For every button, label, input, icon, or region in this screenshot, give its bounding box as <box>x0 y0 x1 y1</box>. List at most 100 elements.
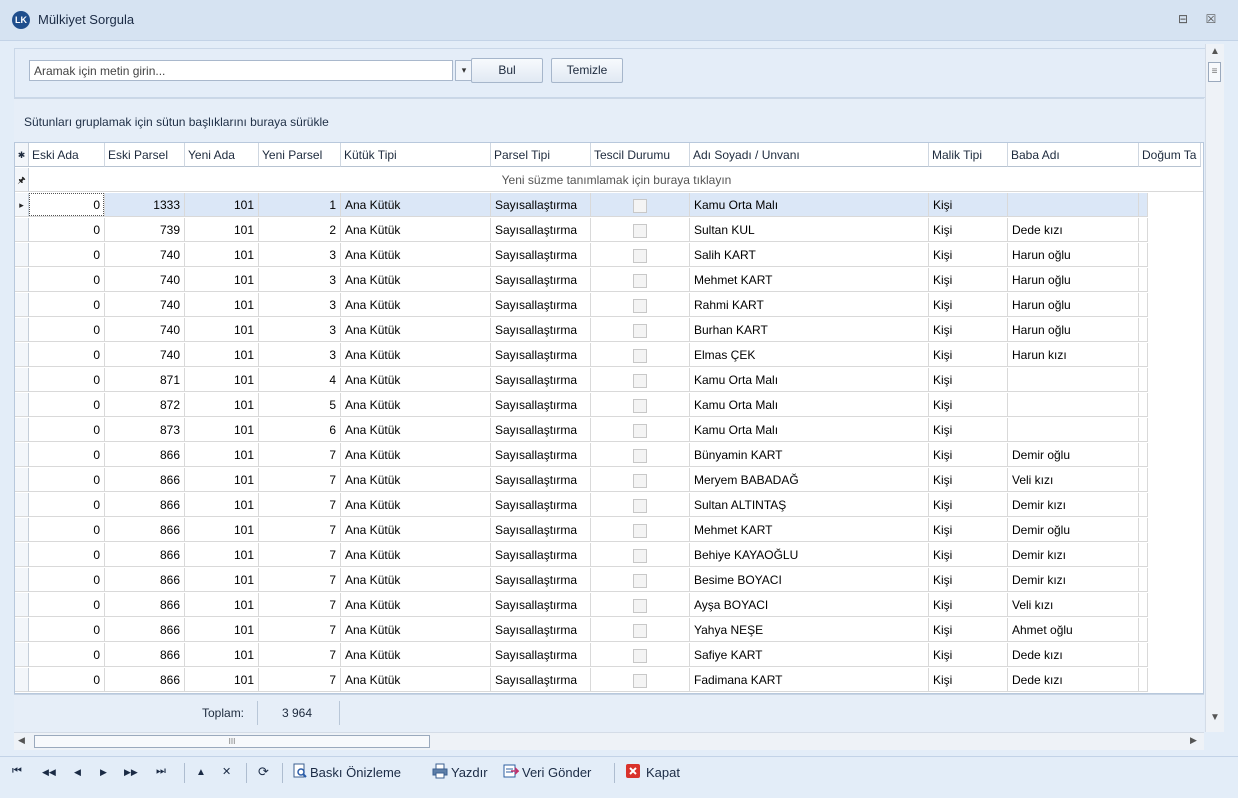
table-row[interactable]: 0 866 101 7 Ana Kütük Sayısallaştırma Mehmet K… <box>15 518 1203 543</box>
row-indicator[interactable] <box>15 443 29 467</box>
group-by-panel[interactable]: Sütunları gruplamak için sütun başlıklar… <box>14 98 1204 143</box>
column-header-eski-parsel[interactable]: Eski Parsel <box>105 143 185 167</box>
table-row[interactable]: 0 871 101 4 Ana Kütük Sayısallaştırma Kamu Ort… <box>15 368 1203 393</box>
column-header-yeni-ada[interactable]: Yeni Ada <box>185 143 259 167</box>
cell-tescil-durumu[interactable] <box>591 418 690 442</box>
tescil-checkbox[interactable] <box>633 423 647 438</box>
table-row[interactable]: 0 866 101 7 Ana Kütük Sayısallaştırma Fadimana… <box>15 668 1203 693</box>
row-indicator[interactable] <box>15 293 29 317</box>
table-row[interactable]: 0 740 101 3 Ana Kütük Sayısallaştırma Rahmi KA… <box>15 293 1203 318</box>
tescil-checkbox[interactable] <box>633 523 647 538</box>
cell-tescil-durumu[interactable] <box>591 518 690 542</box>
column-header-dogum-tarihi[interactable]: Doğum Ta <box>1139 143 1202 167</box>
close-label[interactable]: Kapat <box>646 765 680 780</box>
tescil-checkbox[interactable] <box>633 198 647 213</box>
row-indicator[interactable] <box>15 268 29 292</box>
tescil-checkbox[interactable] <box>633 298 647 313</box>
table-row[interactable]: 0 740 101 3 Ana Kütük Sayısallaştırma Salih KA… <box>15 243 1203 268</box>
column-header-tescil-durumu[interactable]: Tescil Durumu <box>591 143 690 167</box>
row-indicator[interactable] <box>15 368 29 392</box>
find-button[interactable]: Bul <box>471 58 543 83</box>
table-row[interactable]: 0 873 101 6 Ana Kütük Sayısallaştırma Kamu Ort… <box>15 418 1203 443</box>
tescil-checkbox[interactable] <box>633 348 647 363</box>
horizontal-scroll-thumb[interactable]: III <box>34 735 430 748</box>
row-indicator[interactable] <box>15 218 29 242</box>
table-row[interactable]: 0 740 101 3 Ana Kütük Sayısallaştırma Elmas ÇE… <box>15 343 1203 368</box>
search-input[interactable]: Aramak için metin girin... <box>29 60 453 81</box>
cell-tescil-durumu[interactable] <box>591 468 690 492</box>
row-indicator[interactable] <box>15 343 29 367</box>
column-header-yeni-parsel[interactable]: Yeni Parsel <box>259 143 341 167</box>
send-data-label[interactable]: Veri Gönder <box>522 765 591 780</box>
minimize-icon[interactable]: ⊟ <box>1175 11 1191 27</box>
first-record-icon[interactable]: ⏮ <box>12 765 22 778</box>
table-row[interactable]: 0 866 101 7 Ana Kütük Sayısallaştırma Safiye K… <box>15 643 1203 668</box>
scroll-down-icon[interactable]: ▼ <box>1210 712 1220 723</box>
table-row[interactable]: 0 866 101 7 Ana Kütük Sayısallaştırma Besime B… <box>15 568 1203 593</box>
table-row[interactable]: 0 866 101 7 Ana Kütük Sayısallaştırma Sultan A… <box>15 493 1203 518</box>
cell-tescil-durumu[interactable] <box>591 293 690 317</box>
row-indicator[interactable] <box>15 243 29 267</box>
cell-tescil-durumu[interactable] <box>591 318 690 342</box>
cell-tescil-durumu[interactable] <box>591 668 690 692</box>
tescil-checkbox[interactable] <box>633 448 647 463</box>
row-indicator[interactable] <box>15 393 29 417</box>
cell-tescil-durumu[interactable] <box>591 618 690 642</box>
scroll-left-icon[interactable]: ◀ <box>18 735 25 746</box>
send-data-icon[interactable] <box>503 763 519 779</box>
tescil-checkbox[interactable] <box>633 623 647 638</box>
print-preview-icon[interactable] <box>292 763 308 779</box>
table-row[interactable]: 0 866 101 7 Ana Kütük Sayısallaştırma Behiye K… <box>15 543 1203 568</box>
print-label[interactable]: Yazdır <box>451 765 488 780</box>
row-indicator[interactable] <box>15 668 29 692</box>
column-header-baba-adi[interactable]: Baba Adı <box>1008 143 1139 167</box>
cell-tescil-durumu[interactable] <box>591 493 690 517</box>
next-record-icon[interactable]: ▶ <box>100 767 107 778</box>
delete-icon[interactable]: ✕ <box>222 765 231 778</box>
column-header-malik-tipi[interactable]: Malik Tipi <box>929 143 1008 167</box>
row-indicator[interactable] <box>15 618 29 642</box>
row-indicator[interactable] <box>15 493 29 517</box>
vertical-scroll-thumb[interactable]: ≡ <box>1208 62 1221 82</box>
auto-filter-row[interactable]: 🖈 Yeni süzme tanımlamak için buraya tıkla… <box>15 168 1203 193</box>
table-row[interactable]: 0 740 101 3 Ana Kütük Sayısallaştırma Burhan K… <box>15 318 1203 343</box>
refresh-icon[interactable]: ⟳ <box>258 764 269 780</box>
close-icon[interactable]: ☒ <box>1203 11 1219 27</box>
cell-tescil-durumu[interactable] <box>591 443 690 467</box>
row-indicator[interactable] <box>15 593 29 617</box>
tescil-checkbox[interactable] <box>633 273 647 288</box>
print-preview-label[interactable]: Baskı Önizleme <box>310 765 401 780</box>
tescil-checkbox[interactable] <box>633 323 647 338</box>
tescil-checkbox[interactable] <box>633 223 647 238</box>
cell-tescil-durumu[interactable] <box>591 218 690 242</box>
next-page-icon[interactable]: ▶▶ <box>124 767 138 778</box>
tescil-checkbox[interactable] <box>633 248 647 263</box>
table-row[interactable]: 0 866 101 7 Ana Kütük Sayısallaştırma Yahya NE… <box>15 618 1203 643</box>
row-indicator[interactable] <box>15 543 29 567</box>
filter-row-hint[interactable]: Yeni süzme tanımlamak için buraya tıklay… <box>29 168 1203 192</box>
horizontal-scrollbar[interactable]: ◀ III ▶ <box>14 732 1204 750</box>
cell-tescil-durumu[interactable] <box>591 368 690 392</box>
clear-button[interactable]: Temizle <box>551 58 623 83</box>
row-indicator[interactable] <box>15 468 29 492</box>
table-row[interactable]: 0 866 101 7 Ana Kütük Sayısallaştırma Bünyamin… <box>15 443 1203 468</box>
previous-page-icon[interactable]: ◀◀ <box>42 767 56 778</box>
scroll-up-icon[interactable]: ▲ <box>1210 46 1220 57</box>
table-row[interactable]: 0 866 101 7 Ana Kütük Sayısallaştırma Meryem B… <box>15 468 1203 493</box>
row-indicator[interactable] <box>15 643 29 667</box>
cell-tescil-durumu[interactable] <box>591 543 690 567</box>
last-record-icon[interactable]: ⏭ <box>156 765 166 778</box>
column-header-adi-soyadi[interactable]: Adı Soyadı / Unvanı <box>690 143 929 167</box>
cell-tescil-durumu[interactable] <box>591 568 690 592</box>
cell-tescil-durumu[interactable] <box>591 243 690 267</box>
tescil-checkbox[interactable] <box>633 498 647 513</box>
table-row[interactable]: 0 872 101 5 Ana Kütük Sayısallaştırma Kamu Ort… <box>15 393 1203 418</box>
tescil-checkbox[interactable] <box>633 573 647 588</box>
previous-record-icon[interactable]: ◀ <box>74 767 81 778</box>
cell-tescil-durumu[interactable] <box>591 343 690 367</box>
table-row[interactable]: ▸ 0 1333 101 1 Ana Kütük Sayısallaştırma Kamu O… <box>15 193 1203 218</box>
row-indicator[interactable] <box>15 318 29 342</box>
current-row-indicator-icon[interactable]: ▸ <box>15 193 29 217</box>
table-row[interactable]: 0 740 101 3 Ana Kütük Sayısallaştırma Mehmet K… <box>15 268 1203 293</box>
tescil-checkbox[interactable] <box>633 673 647 688</box>
